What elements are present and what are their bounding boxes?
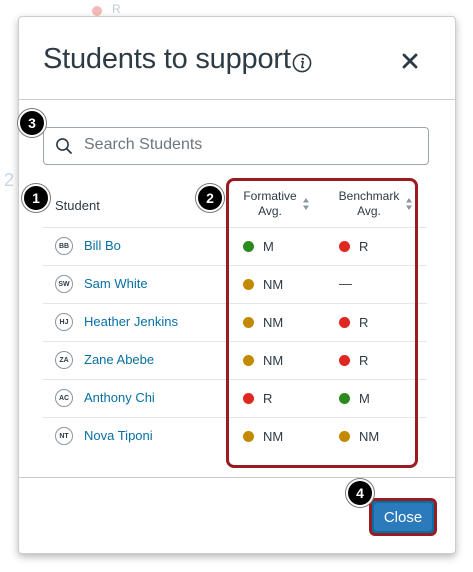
callout-badge-4: 4 (346, 479, 374, 507)
callout-badge-2: 2 (196, 184, 224, 212)
averages-highlight-box (226, 178, 418, 468)
students-to-support-modal: Students to support Student Formative Av… (18, 16, 456, 554)
search-field[interactable] (43, 127, 429, 165)
student-name-link[interactable]: Zane Abebe (84, 352, 154, 367)
search-input[interactable] (84, 128, 414, 162)
info-icon[interactable] (292, 53, 312, 73)
avatar: AC (55, 389, 73, 407)
background-dot (92, 6, 102, 16)
student-name-link[interactable]: Anthony Chi (84, 390, 155, 405)
student-column-header: Student (55, 198, 100, 213)
student-name-link[interactable]: Sam White (84, 276, 148, 291)
student-name-link[interactable]: Bill Bo (84, 238, 121, 253)
avatar: NT (55, 427, 73, 445)
modal-title: Students to support (43, 43, 291, 75)
avatar: SW (55, 275, 73, 293)
student-name-link[interactable]: Nova Tiponi (84, 428, 153, 443)
avatar: ZA (55, 351, 73, 369)
close-button[interactable]: Close (369, 498, 437, 536)
close-icon[interactable] (399, 50, 421, 72)
header-divider (19, 99, 455, 100)
avatar: HJ (55, 313, 73, 331)
footer-divider (19, 477, 455, 478)
avatar: BB (55, 237, 73, 255)
background-number: 2 (4, 170, 15, 190)
close-button-label: Close (374, 503, 432, 531)
callout-badge-1: 1 (22, 184, 50, 212)
search-icon (56, 138, 72, 154)
student-name-link[interactable]: Heather Jenkins (84, 314, 178, 329)
callout-badge-3: 3 (18, 109, 46, 137)
background-text: R (112, 2, 121, 16)
